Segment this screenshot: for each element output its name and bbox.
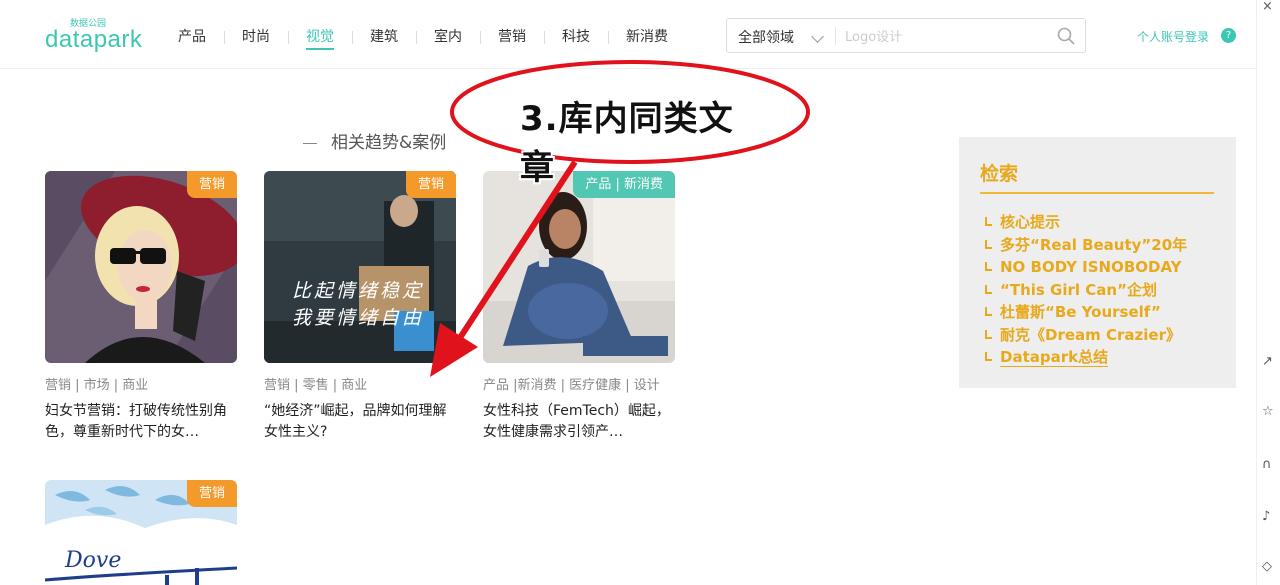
- nav-item-tech[interactable]: 科技: [544, 27, 608, 47]
- office-photo: [264, 171, 456, 363]
- headphone-icon[interactable]: ∩: [1262, 458, 1276, 472]
- corner-marker-icon: [985, 217, 992, 226]
- index-item[interactable]: 核心提示: [985, 211, 1187, 234]
- article-title[interactable]: 女性科技（FemTech）崛起，女性健康需求引领产…: [483, 401, 675, 443]
- image-caption-line-2: 我要情绪自由: [292, 307, 425, 329]
- article-tags: 营销 | 市场 | 商业: [45, 378, 149, 393]
- article-thumbnail[interactable]: 营销: [45, 171, 237, 363]
- index-item[interactable]: Datapark总结: [985, 346, 1187, 369]
- panel-divider: [980, 192, 1214, 194]
- nav-item-architecture[interactable]: 建筑: [352, 27, 416, 47]
- star-icon[interactable]: ☆: [1262, 405, 1276, 419]
- right-toolbar: × ↗ ☆ ∩ ♪ ◇: [1256, 0, 1280, 585]
- index-list: 核心提示 多芬“Real Beauty”20年 NO BODY ISNOBODA…: [985, 211, 1187, 369]
- article-thumbnail[interactable]: 比起情绪稳定 我要情绪自由 营销: [264, 171, 456, 363]
- nav-item-interior[interactable]: 室内: [416, 27, 480, 47]
- annotation-label: 3.库内同类文章: [520, 99, 734, 188]
- share-icon[interactable]: ↗: [1262, 355, 1276, 369]
- article-tags: 产品 |新消费 | 医疗健康 | 设计: [483, 378, 660, 393]
- article-tags: 营销 | 零售 | 商业: [264, 378, 368, 393]
- nav-item-visual[interactable]: 视觉: [288, 27, 352, 50]
- index-item[interactable]: “This Girl Can”企划: [985, 279, 1187, 302]
- dove-logo-text: Dove: [65, 548, 122, 573]
- nav-item-products[interactable]: 产品: [160, 27, 224, 47]
- search-category-select[interactable]: 全部领域: [738, 27, 794, 47]
- search-index-panel: 检索 核心提示 多芬“Real Beauty”20年 NO BODY ISNOB…: [959, 137, 1236, 388]
- corner-marker-icon: [985, 307, 992, 316]
- article-thumbnail[interactable]: 产品 | 新消费: [483, 171, 675, 363]
- nav-item-marketing[interactable]: 营销: [480, 27, 544, 47]
- nav-item-fashion[interactable]: 时尚: [224, 27, 288, 47]
- tiktok-icon[interactable]: ♪: [1262, 510, 1276, 524]
- index-item[interactable]: NO BODY ISNOBODAY: [985, 256, 1187, 279]
- article-title[interactable]: “她经济”崛起，品牌如何理解女性主义?: [264, 401, 456, 443]
- woman-sunglasses-illustration: [45, 171, 237, 363]
- index-item[interactable]: 耐克《Dream Crazier》: [985, 324, 1187, 347]
- index-item[interactable]: 多芬“Real Beauty”20年: [985, 234, 1187, 257]
- category-badge: 营销: [186, 171, 237, 198]
- corner-marker-icon: [985, 329, 992, 339]
- corner-marker-icon: [985, 352, 992, 361]
- category-badge: 营销: [186, 480, 237, 507]
- main-nav: 产品 时尚 视觉 建筑 室内 营销 科技 新消费: [160, 26, 686, 50]
- index-item[interactable]: 杜蕾斯“Be Yourself”: [985, 301, 1187, 324]
- help-icon[interactable]: ?: [1221, 28, 1236, 43]
- search-icon[interactable]: [1057, 27, 1075, 45]
- corner-marker-icon: [985, 284, 992, 294]
- corner-marker-icon: [985, 239, 992, 249]
- close-icon[interactable]: ×: [1262, 0, 1276, 14]
- image-caption-line-1: 比起情绪稳定: [292, 280, 425, 302]
- article-title[interactable]: 妇女节营销：打破传统性别角色，尊重新时代下的女…: [45, 401, 237, 443]
- search-bar: 全部领域: [726, 18, 1086, 53]
- article-thumbnail[interactable]: Dove 营销: [45, 480, 237, 585]
- panel-title: 检索: [980, 163, 1019, 185]
- search-divider: [835, 27, 836, 45]
- corner-marker-icon: [985, 262, 992, 271]
- chevron-down-icon[interactable]: [811, 30, 824, 43]
- section-dash: [303, 142, 317, 144]
- tag-icon[interactable]: ◇: [1262, 560, 1276, 574]
- datapark-logo[interactable]: 数据公园 datapark: [45, 16, 143, 56]
- category-badge: 营销: [405, 171, 456, 198]
- login-link[interactable]: 个人账号登录: [1137, 28, 1209, 45]
- section-title: 相关趋势&案例: [303, 128, 446, 153]
- search-input[interactable]: [843, 25, 1042, 49]
- pregnant-woman-photo: [483, 171, 675, 363]
- logo-wordmark: datapark: [45, 26, 143, 53]
- nav-item-new-consumer[interactable]: 新消费: [608, 27, 686, 47]
- site-header: 数据公园 datapark 产品 时尚 视觉 建筑 室内 营销 科技 新消费 全…: [0, 0, 1280, 69]
